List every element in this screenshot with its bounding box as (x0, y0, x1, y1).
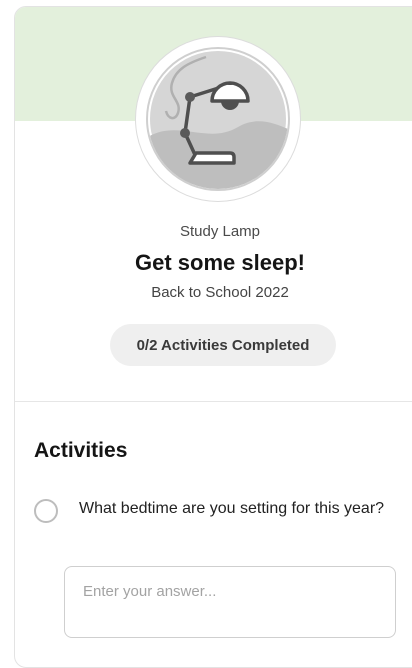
progress-label: 0/2 Activities Completed (136, 336, 310, 354)
activity-complete-radio[interactable] (34, 499, 58, 523)
activities-progress-badge: 0/2 Activities Completed (110, 324, 336, 366)
quest-title: Get some sleep! (135, 250, 305, 275)
quest-badge (136, 37, 300, 201)
activities-heading: Activities (34, 439, 128, 462)
quest-category: Study Lamp (179, 223, 261, 240)
section-divider (15, 401, 412, 402)
answer-input[interactable] (64, 566, 396, 638)
campaign-name: Back to School 2022 (151, 284, 289, 301)
desk-lamp-icon (148, 51, 288, 189)
activity-question: What bedtime are you setting for this ye… (79, 500, 385, 517)
badge-circle (146, 47, 290, 191)
